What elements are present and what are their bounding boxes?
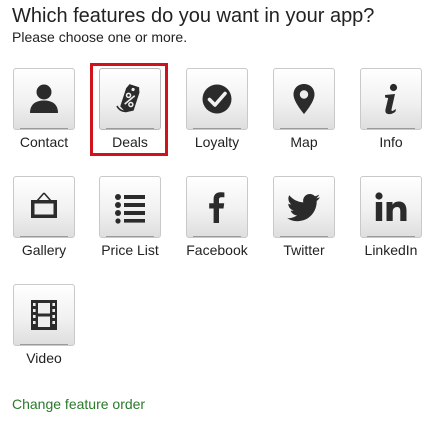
feature-label: LinkedIn [364,242,418,258]
feature-linkedin[interactable]: LinkedIn [348,176,434,276]
feature-contact-tile[interactable] [13,68,75,130]
feature-contact[interactable]: Contact [1,68,87,168]
feature-info[interactable]: Info [348,68,434,168]
change-feature-order-link[interactable]: Change feature order [12,396,145,412]
feature-gallery-tile[interactable] [13,176,75,238]
list-icon [115,194,145,224]
feature-label: Deals [112,134,148,150]
coupon-tag-icon [116,84,140,113]
picture-frame-icon [31,192,57,218]
film-icon [31,300,57,330]
twitter-bird-icon [287,194,320,222]
facebook-icon [209,192,225,223]
linkedin-icon [375,192,407,221]
feature-deals-tile[interactable] [99,68,161,130]
feature-gallery[interactable]: Gallery [1,176,87,276]
checkmark-circle-icon [202,84,232,114]
feature-price-list[interactable]: Price List [87,176,173,276]
feature-label: Contact [19,134,69,150]
feature-loyalty[interactable]: Loyalty [174,68,260,168]
info-icon [385,83,398,115]
feature-map-tile[interactable] [273,68,335,130]
feature-map[interactable]: Map [261,68,347,168]
feature-label: Gallery [21,242,67,258]
feature-label: Info [379,134,403,150]
feature-label: Video [26,350,62,366]
feature-linkedin-tile[interactable] [360,176,422,238]
feature-video[interactable]: Video [1,284,87,384]
feature-info-tile[interactable] [360,68,422,130]
feature-price-list-tile[interactable] [99,176,161,238]
feature-label: Facebook [186,242,248,258]
feature-facebook-tile[interactable] [186,176,248,238]
feature-twitter[interactable]: Twitter [261,176,347,276]
feature-loyalty-tile[interactable] [186,68,248,130]
map-pin-icon [293,84,315,114]
feature-grid: Contact Deals Loyalty Map Info Gallery P… [0,0,441,426]
feature-video-tile[interactable] [13,284,75,346]
feature-facebook[interactable]: Facebook [174,176,260,276]
feature-twitter-tile[interactable] [273,176,335,238]
feature-deals[interactable]: Deals [87,68,173,168]
person-icon [30,84,58,113]
feature-label: Twitter [283,242,325,258]
feature-label: Price List [101,242,159,258]
feature-label: Loyalty [194,134,240,150]
feature-label: Map [290,134,318,150]
